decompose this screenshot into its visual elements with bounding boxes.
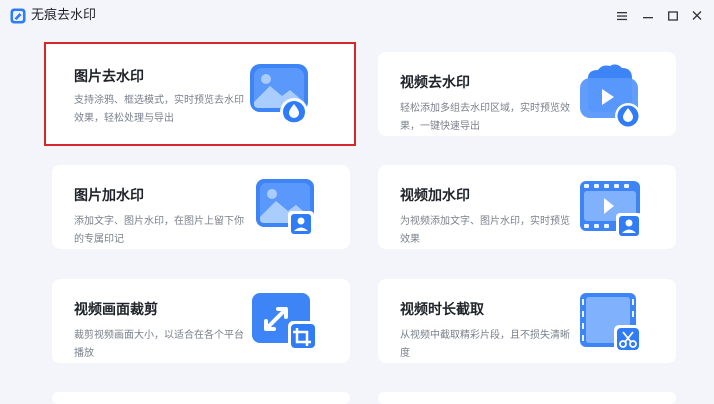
menu-icon [617, 12, 627, 21]
card-partial-right[interactable] [378, 392, 676, 404]
card-title: 视频加水印 [400, 188, 470, 204]
card-image-remove-watermark[interactable]: 图片去水印 支持涂鸦、框选模式，实时预览去水印效果，轻松处理与导出 [44, 42, 356, 146]
maximize-button[interactable] [662, 6, 684, 26]
close-icon [692, 11, 702, 20]
card-title: 视频去水印 [400, 75, 470, 91]
card-description: 轻松添加多组去水印区域，实时预览效果，一键快速导出 [400, 103, 570, 132]
minimize-button[interactable] [637, 6, 659, 26]
card-title: 视频时长截取 [400, 302, 484, 318]
card-description: 为视频添加文字、图片水印，实时预览效果 [400, 216, 570, 245]
video-add-watermark-icon [580, 181, 642, 239]
menu-button[interactable] [611, 6, 633, 26]
card-image-add-watermark[interactable]: 图片加水印 添加文字、图片水印，在图片上留下你的专属印记 [52, 165, 350, 249]
card-title: 图片去水印 [74, 69, 144, 85]
image-remove-watermark-icon [250, 64, 308, 126]
close-button[interactable] [686, 6, 708, 26]
card-title: 图片加水印 [74, 188, 144, 204]
maximize-icon [668, 11, 678, 21]
video-crop-icon [252, 293, 318, 351]
card-description: 添加文字、图片水印，在图片上留下你的专属印记 [74, 216, 244, 245]
app-title: 无痕去水印 [31, 8, 97, 23]
card-description: 从视频中截取精彩片段，且不损失清晰度 [400, 330, 570, 359]
video-trim-icon [580, 293, 642, 353]
card-video-remove-watermark[interactable]: 视频去水印 轻松添加多组去水印区域，实时预览效果，一键快速导出 [378, 52, 676, 136]
image-add-watermark-icon [256, 179, 314, 237]
card-title: 视频画面裁剪 [74, 302, 158, 318]
app-logo-icon [10, 8, 26, 24]
card-description: 裁剪视频画面大小，以适合在各个平台播放 [74, 330, 244, 359]
card-description: 支持涂鸦、框选模式，实时预览去水印效果，轻松处理与导出 [74, 95, 244, 124]
card-video-trim[interactable]: 视频时长截取 从视频中截取精彩片段，且不损失清晰度 [378, 279, 676, 363]
title-bar: 无痕去水印 [0, 0, 714, 32]
card-video-add-watermark[interactable]: 视频加水印 为视频添加文字、图片水印，实时预览效果 [378, 165, 676, 249]
video-remove-watermark-icon [580, 64, 641, 129]
minimize-icon [643, 17, 653, 19]
card-partial-left[interactable] [52, 392, 350, 404]
card-video-crop[interactable]: 视频画面裁剪 裁剪视频画面大小，以适合在各个平台播放 [52, 279, 350, 363]
